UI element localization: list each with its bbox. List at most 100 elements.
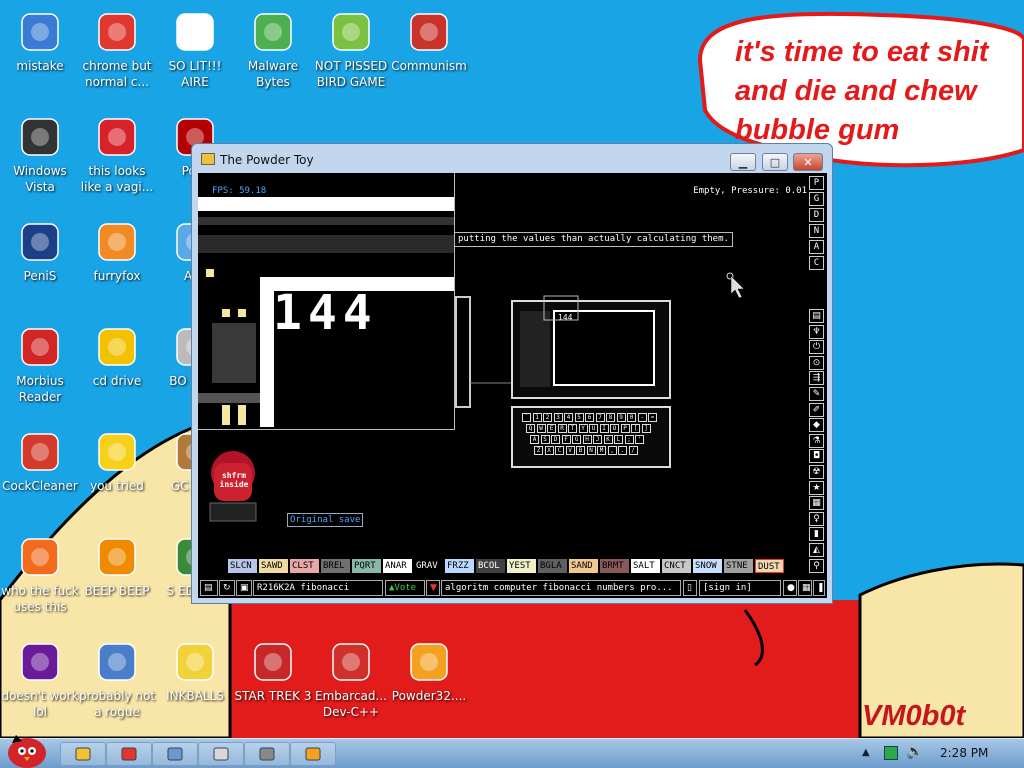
- desktop-icon[interactable]: who the fuck uses this: [0, 535, 80, 615]
- desktop-icon[interactable]: INKBALLS: [155, 640, 235, 704]
- taskbar-button[interactable]: [290, 742, 336, 766]
- report-button[interactable]: ▯: [683, 580, 697, 596]
- powder-toy-window[interactable]: The Powder Toy ▁ □ ✕ 144 144 FPS: 59.18 …: [191, 143, 833, 604]
- desktop-icon[interactable]: doesn't work lol: [0, 640, 80, 720]
- element-sand-button[interactable]: SAND: [569, 559, 598, 573]
- category-icon[interactable]: ★: [809, 480, 824, 495]
- side-button-p[interactable]: P: [809, 176, 824, 190]
- element-sawd-button[interactable]: SAWD: [259, 559, 288, 573]
- element-salt-button[interactable]: SALT: [631, 559, 660, 573]
- side-button-a[interactable]: A: [809, 240, 824, 254]
- tray-arrow-icon[interactable]: ▲: [862, 747, 870, 758]
- vote-down-button[interactable]: ▼: [426, 580, 440, 596]
- category-icon[interactable]: ☢: [809, 465, 824, 479]
- desktop-icon[interactable]: Morbius Reader: [0, 325, 80, 405]
- desktop-icon[interactable]: probably not a rogue: [77, 640, 157, 720]
- title-bar[interactable]: The Powder Toy ▁ □ ✕: [192, 144, 832, 172]
- sign-in-button[interactable]: [sign in]: [699, 580, 781, 596]
- desktop-icon[interactable]: you tried: [77, 430, 157, 494]
- sign-text: putting the values than actually calcula…: [455, 232, 733, 247]
- taskbar-clock[interactable]: 2:28 PM: [940, 746, 988, 760]
- desktop-icon[interactable]: this looks like a vagi...: [77, 115, 157, 195]
- desktop-icon[interactable]: CockCleaner: [0, 430, 80, 494]
- reload-button[interactable]: ↻: [219, 580, 235, 596]
- desktop-icon[interactable]: furryfox: [77, 220, 157, 284]
- side-button-n[interactable]: N: [809, 224, 824, 238]
- vote-up-button[interactable]: ▲Vote: [385, 580, 425, 596]
- category-icon[interactable]: ♀: [809, 511, 824, 526]
- side-button-c[interactable]: C: [809, 256, 824, 270]
- desktop-icon[interactable]: Communism: [389, 10, 469, 74]
- side-button-g[interactable]: G: [809, 192, 824, 206]
- desktop-icon[interactable]: cd drive: [77, 325, 157, 389]
- pause-button[interactable]: ❚❚: [813, 580, 825, 596]
- sim-key: E: [547, 424, 556, 433]
- desktop-icon[interactable]: Malware Bytes: [233, 10, 313, 90]
- category-icon[interactable]: ◆: [809, 418, 824, 433]
- start-button-angry-bird-icon[interactable]: [4, 729, 50, 768]
- desktop-icon-label: Communism: [391, 59, 467, 73]
- element-clst-button[interactable]: CLST: [290, 559, 319, 573]
- tags-field[interactable]: algoritm computer fibonacci numbers pro.…: [441, 580, 681, 596]
- sim-key: 4: [564, 413, 573, 422]
- element-brmt-button[interactable]: BRMT: [600, 559, 629, 573]
- element-cnct-button[interactable]: CNCT: [662, 559, 691, 573]
- element-yest-button[interactable]: YEST: [507, 559, 536, 573]
- taskbar-button[interactable]: [152, 742, 198, 766]
- element-pqrt-button[interactable]: PQRT: [352, 559, 381, 573]
- maximize-button[interactable]: □: [762, 153, 788, 171]
- element-frzz-button[interactable]: FRZZ: [445, 559, 474, 573]
- game-canvas[interactable]: 144 144 FPS: 59.18 Empty, Pressure: 0.01…: [198, 173, 827, 598]
- category-icon[interactable]: ⏻: [809, 340, 824, 355]
- desktop-icon[interactable]: chrome but normal c...: [77, 10, 157, 90]
- category-icon[interactable]: ♆: [809, 324, 824, 339]
- desktop-icon[interactable]: NOT PISSED BIRD GAME: [311, 10, 391, 90]
- render-options-button[interactable]: ▦: [798, 580, 812, 596]
- category-icon[interactable]: ✐: [809, 402, 824, 417]
- tray-network-icon[interactable]: [884, 746, 898, 760]
- tray-volume-icon[interactable]: 🔈: [906, 744, 923, 760]
- element-slcn-button[interactable]: SLCN: [228, 559, 257, 573]
- category-icon[interactable]: ▦: [809, 496, 824, 511]
- element-bcol-button[interactable]: BCOL: [476, 559, 505, 573]
- category-icon[interactable]: ◭: [809, 543, 824, 557]
- element-snow-button[interactable]: SNOW: [693, 559, 722, 573]
- element-grav-button[interactable]: GRAV: [414, 559, 443, 573]
- original-save-link[interactable]: Original save: [287, 513, 364, 527]
- taskbar-button[interactable]: [106, 742, 152, 766]
- desktop-icon[interactable]: SO LIT!!! AIRE: [155, 10, 235, 90]
- save-button[interactable]: ▣: [236, 580, 252, 596]
- clear-button[interactable]: ●: [783, 580, 797, 596]
- element-bgla-button[interactable]: BGLA: [538, 559, 567, 573]
- desktop-icon[interactable]: BEEP BEEP: [77, 535, 157, 599]
- desktop-icon[interactable]: STAR TREK 3: [233, 640, 313, 704]
- element-brel-button[interactable]: BREL: [321, 559, 350, 573]
- element-stne-button[interactable]: STNE: [724, 559, 753, 573]
- side-button-d[interactable]: D: [809, 208, 824, 222]
- taskbar-button[interactable]: [244, 742, 290, 766]
- desktop-icon[interactable]: Embarcad... Dev-C++: [311, 640, 391, 720]
- taskbar-button[interactable]: [198, 742, 244, 766]
- category-icon[interactable]: ▮: [809, 527, 824, 542]
- element-anar-button[interactable]: ANAR: [383, 559, 412, 573]
- desktop-icon[interactable]: Windows Vista: [0, 115, 80, 195]
- vlc-icon: [95, 535, 139, 579]
- category-icon[interactable]: ✎: [809, 387, 824, 401]
- desktop-icon[interactable]: PeniS: [0, 220, 80, 284]
- category-icon[interactable]: ⊙: [809, 355, 824, 370]
- minimize-button[interactable]: ▁: [730, 153, 756, 171]
- taskbar-button[interactable]: [60, 742, 106, 766]
- category-icon[interactable]: ⚗: [809, 433, 824, 448]
- sim-key: 6: [585, 413, 594, 422]
- category-icon[interactable]: ⚲: [809, 558, 824, 573]
- open-save-button[interactable]: ▤: [200, 580, 218, 596]
- desktop-icon[interactable]: mistake: [0, 10, 80, 74]
- chrome-icon: [95, 10, 139, 54]
- element-dust-button[interactable]: DUST: [755, 559, 784, 573]
- category-icon[interactable]: ⇶: [809, 371, 824, 386]
- category-icon[interactable]: ◘: [809, 449, 824, 464]
- close-button[interactable]: ✕: [793, 153, 823, 171]
- save-name-field[interactable]: R216K2A fibonacci: [253, 580, 383, 596]
- category-icon[interactable]: ▤: [809, 309, 824, 323]
- desktop-icon[interactable]: Powder32....: [389, 640, 469, 704]
